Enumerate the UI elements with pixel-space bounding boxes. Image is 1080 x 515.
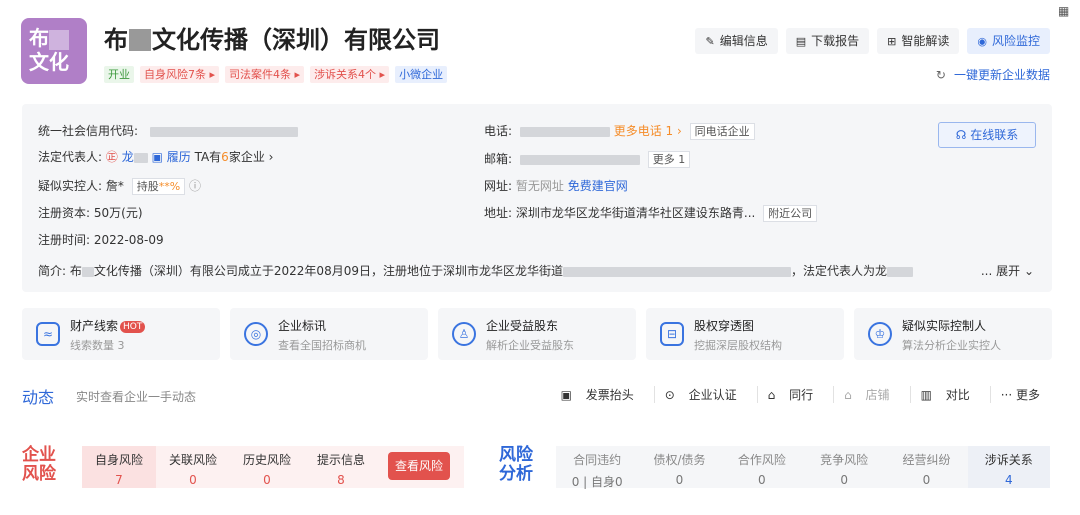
capital-row: 注册资本: 50万(元) — [38, 206, 143, 220]
headset-icon: ☊ — [955, 128, 967, 142]
edit-info-button[interactable]: ✎ 编辑信息 — [695, 28, 778, 54]
risk-item-history[interactable]: 历史风险 0 — [230, 446, 304, 488]
analysis-lawsuit-relation[interactable]: 涉诉关系 4 — [967, 446, 1050, 488]
same-phone-button[interactable]: 同电话企业 — [689, 123, 755, 140]
lawsuit-relation-tag[interactable]: 涉诉关系4个 ▸ — [310, 66, 390, 83]
store-button[interactable]: ⌂ 店铺 — [833, 386, 909, 403]
controller-row: 疑似实控人: 詹* 持股**% ⓘ — [38, 178, 202, 195]
analysis-contract-breach[interactable]: 合同违约 0 | 自身0 — [556, 446, 638, 489]
risk-item-self[interactable]: 自身风险 7 — [82, 446, 156, 488]
address-row: 地址: 深圳市龙华区龙华街道清华社区建设东路青... 附近公司 — [484, 204, 818, 222]
website-row: 网址: 暂无网址 免费建官网 — [484, 179, 628, 193]
analysis-cooperation[interactable]: 合作风险 0 — [721, 446, 803, 488]
view-risk-button[interactable]: 查看风险 — [388, 452, 450, 480]
risk-item-notice[interactable]: 提示信息 8 — [304, 446, 378, 488]
dynamic-subtitle: 实时查看企业一手动态 — [76, 390, 197, 404]
self-risk-tag[interactable]: 自身风险7条 ▸ — [140, 66, 220, 83]
enterprise-risk-title: 企业 风险 — [22, 445, 56, 484]
intro-row: 简介: 布文化传播（深圳）有限公司成立于2022年08月09日，注册地位于深圳市… — [38, 262, 913, 279]
invoice-header-button[interactable]: ▣ 发票抬头 — [551, 386, 654, 403]
structure-icon: ⊟ — [660, 322, 684, 346]
credit-code-row: 统一社会信用代码: — [38, 122, 298, 139]
judicial-case-tag[interactable]: 司法案件4条 ▸ — [225, 66, 305, 83]
holding-badge: 持股**% — [131, 178, 186, 195]
ai-interpret-button[interactable]: ⊞ 智能解读 — [877, 28, 960, 54]
more-email-button[interactable]: 更多 1 — [647, 151, 691, 168]
peer-button[interactable]: ⌂ 同行 — [756, 386, 833, 403]
resume-link[interactable]: ▣ 履历 — [152, 150, 191, 164]
refresh-data-link[interactable]: ↻ 一键更新企业数据 — [936, 66, 1050, 83]
card-equity-chart[interactable]: ⊟ 股权穿透图 挖掘深层股权结构 — [646, 308, 844, 360]
refresh-icon: ↻ — [935, 68, 946, 82]
company-info-panel: 统一社会信用代码: 法定代表人: ㊣ 龙 ▣ 履历 TA有6家企业 › 疑似实控… — [22, 104, 1052, 292]
risk-analysis-title: 风险 分析 — [499, 445, 533, 484]
download-report-button[interactable]: ▤ 下载报告 — [785, 28, 870, 54]
enterprise-cert-button[interactable]: ⊙ 企业认证 — [653, 386, 757, 403]
analysis-competition[interactable]: 竞争风险 0 — [803, 446, 885, 488]
risk-monitor-button[interactable]: ◉ 风险监控 — [967, 28, 1050, 54]
address-value: 深圳市龙华区龙华街道清华社区建设东路青... — [515, 206, 756, 220]
more-phone-link[interactable]: 更多电话 1 › — [614, 124, 682, 138]
company-header-panel: ▦ 布 文化 布文化传播（深圳）有限公司 开业 自身风险7条 ▸ 司法案件4条 … — [0, 0, 1080, 432]
document-icon: ▤ — [795, 35, 807, 48]
phone-row: 电话: 更多电话 1 › 同电话企业 — [484, 122, 755, 140]
feature-cards: ≈ 财产线索 HOT 线索数量 3 ◎ 企业标讯 查看全国招标商机 ♙ 企业受益股… — [22, 308, 1052, 360]
header-actions: ✎ 编辑信息 ▤ 下载报告 ⊞ 智能解读 ◉ 风险监控 — [695, 28, 1050, 54]
qr-code-icon[interactable]: ▦ — [1058, 4, 1072, 18]
legal-rep-name[interactable]: 龙 — [122, 150, 134, 164]
company-logo: 布 文化 — [21, 18, 87, 84]
status-tag: 开业 — [104, 66, 134, 83]
date-row: 注册时间: 2022-08-09 — [38, 233, 164, 247]
page: ▦ 布 文化 布文化传播（深圳）有限公司 开业 自身风险7条 ▸ 司法案件4条 … — [0, 0, 1080, 515]
wallet-icon: ≈ — [36, 322, 60, 346]
online-contact-button[interactable]: ☊ 在线联系 — [938, 122, 1036, 148]
legal-rep-row: 法定代表人: ㊣ 龙 ▣ 履历 TA有6家企业 › — [38, 150, 274, 164]
target-icon: ◎ — [244, 322, 268, 346]
risk-item-related[interactable]: 关联风险 0 — [156, 446, 230, 488]
card-bidding-info[interactable]: ◎ 企业标讯 查看全国招标商机 — [230, 308, 428, 360]
ta-enterprises-link[interactable]: TA有6家企业 › — [195, 150, 274, 164]
help-icon[interactable]: ⓘ — [189, 179, 201, 193]
controller-name[interactable]: 詹* — [106, 179, 124, 193]
pen-icon: ✎ — [705, 35, 715, 48]
company-tags: 开业 自身风险7条 ▸ 司法案件4条 ▸ 涉诉关系4个 ▸ 小微企业 — [104, 66, 448, 83]
legal-rep-avatar-icon: ㊣ — [105, 150, 118, 164]
micro-enterprise-tag: 小微企业 — [395, 66, 448, 83]
card-beneficial-owners[interactable]: ♙ 企业受益股东 解析企业受益股东 — [438, 308, 636, 360]
expand-button[interactable]: ... 展开 ⌄ — [981, 262, 1034, 279]
person-icon: ♙ — [452, 322, 476, 346]
build-website-link[interactable]: 免费建官网 — [568, 179, 628, 193]
email-row: 邮箱: 更多 1 — [484, 150, 691, 168]
company-name: 布文化传播（深圳）有限公司 — [104, 26, 440, 54]
card-actual-controller[interactable]: ♔ 疑似实际控制人 算法分析企业实控人 — [854, 308, 1052, 360]
controller-icon: ♔ — [868, 322, 892, 346]
hot-badge: HOT — [120, 321, 146, 333]
grid-icon: ⊞ — [887, 35, 897, 48]
eye-icon: ◉ — [977, 35, 987, 48]
analysis-business-dispute[interactable]: 经营纠纷 0 — [885, 446, 967, 488]
nearby-company-button[interactable]: 附近公司 — [763, 205, 818, 222]
toolbar: ▣ 发票抬头 ⊙ 企业认证 ⌂ 同行 ⌂ 店铺 ▥ 对比 ··· 更多 — [551, 386, 1050, 403]
analysis-debt[interactable]: 债权/债务 0 — [638, 446, 720, 488]
more-button[interactable]: ··· 更多 — [989, 386, 1050, 403]
compare-button[interactable]: ▥ 对比 — [909, 386, 990, 403]
card-asset-clues[interactable]: ≈ 财产线索 HOT 线索数量 3 — [22, 308, 220, 360]
dynamic-title[interactable]: 动态 — [22, 384, 54, 408]
risk-analysis-items: 合同违约 0 | 自身0 债权/债务 0 合作风险 0 竞争风险 0 经营纠纷 0 涉诉关… — [556, 446, 1050, 489]
